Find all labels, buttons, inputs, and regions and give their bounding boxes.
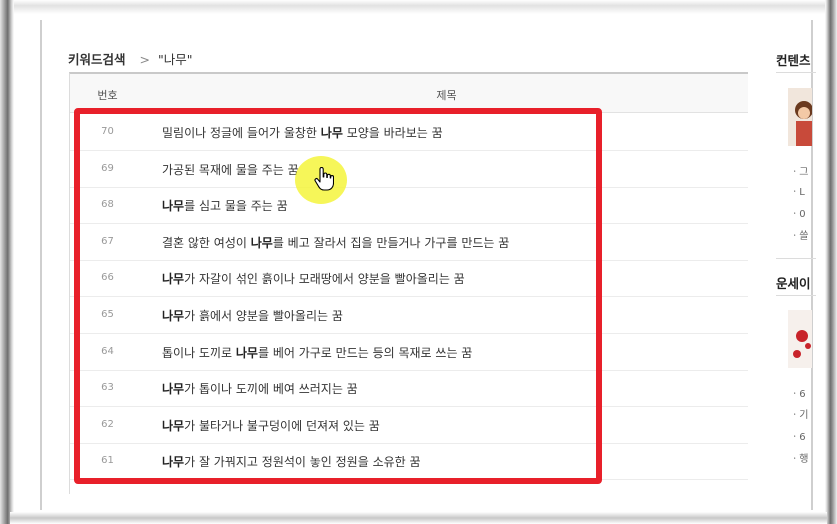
table-row[interactable]: 67 결혼 않한 여성이 나무를 베고 잘라서 집을 만들거나 가구를 만드는 꿈 — [70, 224, 748, 261]
row-number: 63 — [101, 382, 114, 394]
breadcrumb-title[interactable]: 키워드검색 — [68, 52, 126, 67]
table-row[interactable]: 65 나무가 흙에서 양분을 빨아올리는 꿈 — [70, 297, 748, 334]
table-row[interactable]: 68 나무를 심고 물을 주는 꿈 — [70, 187, 748, 225]
hand-cursor-icon — [314, 167, 334, 191]
screenshot-frame-left — [0, 0, 14, 524]
row-title-text: 를 심고 물을 주는 꿈 — [184, 199, 288, 214]
screenshot-frame-top — [10, 0, 827, 14]
sidebar-item[interactable]: ㆍ쓸 — [790, 227, 808, 242]
row-title-keyword: 나무 — [162, 272, 185, 287]
sidebar-divider — [776, 258, 816, 259]
row-title-keyword: 나무 — [162, 382, 185, 397]
row-title-link[interactable]: 밀림이나 정글에 들어가 울창한 나무 모양을 바라보는 꿈 — [162, 124, 443, 141]
row-number: 65 — [101, 309, 114, 320]
row-title-keyword: 나무 — [162, 199, 185, 214]
table-row[interactable]: 64 톱이나 도끼로 나무를 베어 가구로 만드는 등의 목재로 쓰는 꿈 — [70, 334, 748, 371]
row-number: 66 — [101, 272, 114, 284]
row-title-link[interactable]: 나무가 자갈이 섞인 흙이나 모래땅에서 양분을 빨아올리는 꿈 — [162, 270, 465, 287]
row-title-link[interactable]: 나무가 톱이나 도끼에 베여 쓰러지는 꿈 — [162, 380, 358, 397]
row-number: 68 — [101, 199, 114, 211]
table-header: 번호 제목 — [70, 74, 748, 113]
sidebar-title-contents: 컨텐츠 — [776, 53, 811, 68]
sidebar-item[interactable]: ㆍ행 — [790, 450, 808, 465]
table-row[interactable]: 61 나무가 잘 가꿔지고 정원석이 놓인 정원을 소유한 꿈 — [70, 443, 748, 481]
row-title-text: 모양을 바라보는 꿈 — [342, 126, 443, 140]
row-title-link[interactable]: 나무가 잘 가꿔지고 정원석이 놓인 정원을 소유한 꿈 — [162, 453, 421, 470]
row-title-keyword: 나무 — [162, 418, 185, 433]
row-title-link[interactable]: 가공된 목재에 물을 주는 꿈 — [162, 161, 299, 178]
sidebar-thumbnail[interactable] — [788, 88, 812, 146]
table-row[interactable]: 62 나무가 불타거나 불구덩이에 던져져 있는 꿈 — [70, 407, 748, 444]
table-row[interactable]: 66 나무가 자갈이 섞인 흙이나 모래땅에서 양분을 빨아올리는 꿈 — [70, 260, 748, 298]
row-title-text: 가 잘 가꿔지고 정원석이 놓인 정원을 소유한 꿈 — [184, 455, 421, 470]
sidebar-item[interactable]: ㆍ기 — [790, 406, 808, 421]
row-title-text: 가 불타거나 불구덩이에 던져져 있는 꿈 — [184, 418, 380, 433]
row-title-link[interactable]: 결혼 않한 여성이 나무를 베고 잘라서 집을 만들거나 가구를 만드는 꿈 — [162, 234, 509, 251]
row-number: 70 — [101, 126, 114, 137]
table-row[interactable]: 63 나무가 톱이나 도끼에 베여 쓰러지는 꿈 — [70, 370, 748, 408]
row-title-keyword: 나무 — [235, 345, 258, 360]
row-title-text: 가 자갈이 섞인 흙이나 모래땅에서 양분을 빨아올리는 꿈 — [184, 272, 465, 287]
sidebar-item[interactable]: ㆍ0 — [790, 205, 806, 220]
sidebar-divider — [776, 72, 816, 73]
row-title-text: 톱이나 도끼로 — [162, 345, 236, 360]
breadcrumb: 키워드검색 > "나무" — [68, 49, 193, 68]
table-row[interactable]: 69 가공된 목재에 물을 주는 꿈 — [70, 151, 748, 188]
row-title-keyword: 나무 — [320, 126, 343, 140]
row-number: 62 — [101, 418, 114, 430]
breadcrumb-separator: > — [139, 52, 150, 67]
row-title-keyword: 나무 — [162, 455, 185, 470]
row-title-link[interactable]: 톱이나 도끼로 나무를 베어 가구로 만드는 등의 목재로 쓰는 꿈 — [162, 344, 472, 361]
sidebar-item[interactable]: ㆍ6 — [790, 385, 806, 400]
row-title-text: 가 흙에서 양분을 빨아올리는 꿈 — [184, 309, 343, 323]
sidebar-thumbnail[interactable] — [788, 310, 812, 368]
row-number: 69 — [101, 162, 114, 174]
row-number: 61 — [101, 455, 114, 467]
row-title-text: 를 베고 잘라서 집을 만들거나 가구를 만드는 꿈 — [272, 235, 510, 250]
sidebar-item[interactable]: ㆍ그 — [790, 163, 808, 178]
row-title-text: 가 톱이나 도끼에 베여 쓰러지는 꿈 — [184, 382, 358, 397]
table-row[interactable]: 70 밀림이나 정글에 들어가 울창한 나무 모양을 바라보는 꿈 — [70, 114, 748, 151]
sidebar-divider — [776, 295, 816, 296]
row-title-text: 를 베어 가구로 만드는 등의 목재로 쓰는 꿈 — [257, 345, 473, 360]
sidebar-item[interactable]: ㆍL — [790, 183, 805, 198]
row-title-keyword: 나무 — [250, 235, 273, 250]
row-title-link[interactable]: 나무가 불타거나 불구덩이에 던져져 있는 꿈 — [162, 417, 380, 434]
row-title-keyword: 나무 — [162, 309, 185, 323]
screenshot-frame-bottom — [10, 512, 827, 524]
row-title-text: 가공된 목재에 물을 주는 꿈 — [162, 162, 299, 177]
row-title-text: 밀림이나 정글에 들어가 울창한 — [162, 126, 321, 140]
row-title-link[interactable]: 나무가 흙에서 양분을 빨아올리는 꿈 — [162, 307, 343, 324]
screenshot-frame-right — [825, 0, 837, 524]
column-header-number: 번호 — [97, 89, 118, 102]
column-header-title: 제목 — [436, 89, 457, 102]
sidebar-item[interactable]: ㆍ6 — [790, 428, 806, 443]
row-number: 64 — [101, 345, 114, 357]
row-number: 67 — [101, 235, 114, 247]
row-title-link[interactable]: 나무를 심고 물을 주는 꿈 — [162, 197, 288, 214]
search-results-table: 번호 제목 70 밀림이나 정글에 들어가 울창한 나무 모양을 바라보는 꿈 69… — [69, 72, 748, 494]
row-title-text: 결혼 않한 여성이 — [162, 235, 251, 250]
sidebar-title-fortune: 운세이 — [776, 276, 811, 291]
breadcrumb-keyword: "나무" — [158, 52, 193, 67]
page-border-left — [40, 20, 42, 510]
